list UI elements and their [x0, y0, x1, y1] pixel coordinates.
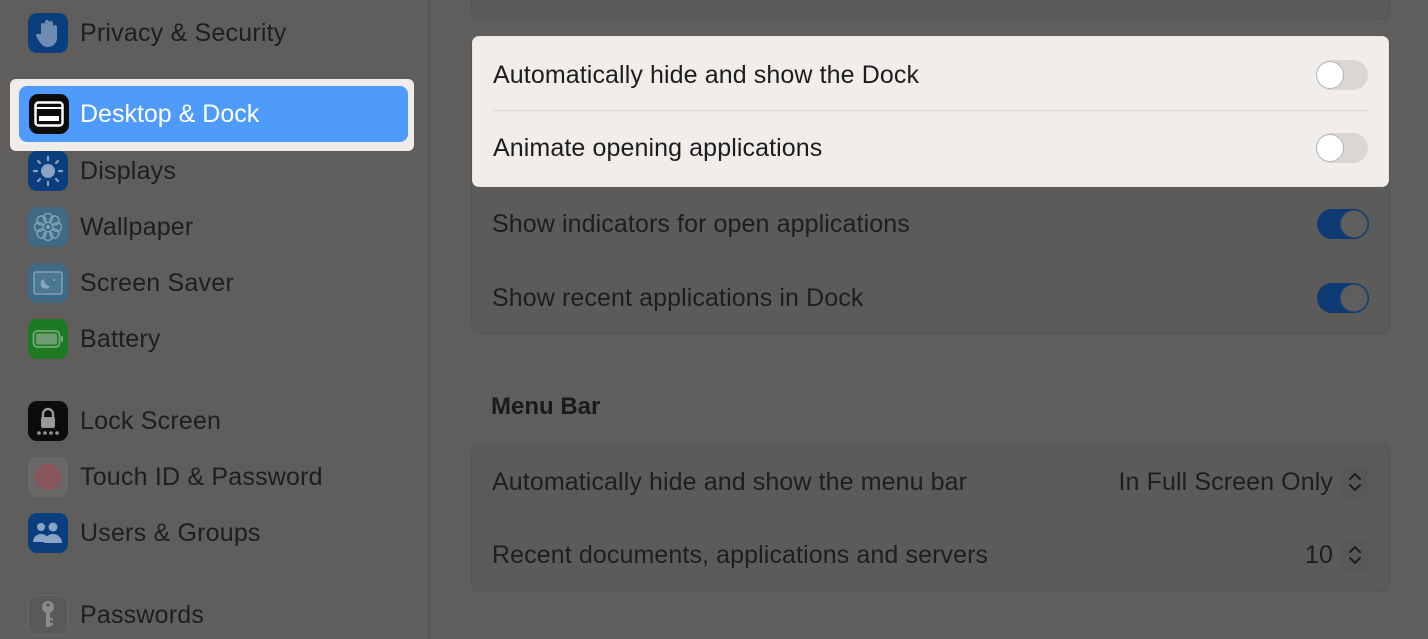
sidebar-item-passwords[interactable]: Passwords	[28, 593, 204, 637]
sidebar-item-label: Screen Saver	[80, 268, 234, 297]
sidebar-item-label: Desktop & Dock	[80, 99, 260, 128]
setting-label: Animate opening applications	[493, 133, 823, 162]
toggle-knob	[1317, 62, 1343, 88]
setting-label: Automatically hide and show the menu bar	[492, 467, 968, 496]
setting-row-animate-opening: Animate opening applications	[493, 111, 1368, 185]
battery-icon	[28, 319, 68, 359]
show-recent-apps-toggle[interactable]	[1317, 283, 1369, 313]
sidebar-item-screen-saver[interactable]: Screen Saver	[28, 261, 234, 305]
sidebar-item-label: Users & Groups	[80, 518, 261, 547]
sidebar: Privacy & Security Desktop & Dock Displa…	[0, 0, 428, 639]
lock-icon	[28, 401, 68, 441]
setting-row-auto-hide-dock: Automatically hide and show the Dock	[493, 38, 1368, 112]
setting-row-recent-items: Recent documents, applications and serve…	[492, 518, 1369, 592]
sidebar-item-touch-id[interactable]: Touch ID & Password	[28, 455, 323, 499]
sidebar-item-lock-screen[interactable]: Lock Screen	[28, 399, 221, 443]
sidebar-item-label: Displays	[80, 156, 177, 185]
sidebar-item-privacy-security[interactable]: Privacy & Security	[28, 11, 286, 55]
screen-saver-icon	[28, 263, 68, 303]
toggle-knob	[1341, 285, 1367, 311]
popup-value: 10	[1304, 540, 1333, 569]
setting-row-auto-hide-menu-bar: Automatically hide and show the menu bar…	[492, 445, 1369, 519]
section-title-menu-bar: Menu Bar	[491, 393, 601, 420]
sidebar-item-desktop-dock[interactable]: Desktop & Dock	[19, 86, 408, 142]
sidebar-item-users-groups[interactable]: Users & Groups	[28, 511, 261, 555]
setting-row-show-indicators: Show indicators for open applications	[492, 187, 1369, 261]
previous-settings-group	[471, 0, 1390, 20]
key-icon	[28, 595, 68, 635]
setting-label: Show indicators for open applications	[492, 209, 910, 238]
chevron-up-down-icon	[1341, 466, 1369, 498]
sidebar-item-label: Wallpaper	[80, 212, 194, 241]
fingerprint-icon	[28, 457, 68, 497]
users-icon	[28, 513, 68, 553]
toggle-knob	[1317, 135, 1343, 161]
sidebar-item-label: Lock Screen	[80, 406, 222, 435]
chevron-up-down-icon	[1341, 539, 1369, 571]
flower-icon	[28, 207, 68, 247]
sidebar-item-label: Passwords	[80, 600, 205, 629]
highlighted-settings: Automatically hide and show the Dock Ani…	[473, 37, 1388, 186]
sidebar-item-wallpaper[interactable]: Wallpaper	[28, 205, 193, 249]
hand-icon	[28, 13, 68, 53]
menu-bar-settings-group: Automatically hide and show the menu bar…	[471, 444, 1390, 592]
recent-items-popup[interactable]: 10	[1305, 539, 1369, 571]
setting-row-show-recent: Show recent applications in Dock	[492, 261, 1369, 335]
setting-label: Show recent applications in Dock	[492, 283, 864, 312]
dock-icon	[29, 94, 69, 134]
sidebar-item-label: Privacy & Security	[80, 18, 287, 47]
sidebar-item-displays[interactable]: Displays	[28, 149, 176, 193]
setting-label: Recent documents, applications and serve…	[492, 540, 989, 569]
sun-icon	[28, 151, 68, 191]
animate-opening-toggle[interactable]	[1316, 133, 1368, 163]
sidebar-divider	[428, 0, 430, 639]
setting-label: Automatically hide and show the Dock	[493, 60, 920, 89]
sidebar-item-label: Touch ID & Password	[80, 462, 323, 491]
sidebar-item-battery[interactable]: Battery	[28, 317, 161, 361]
show-indicators-toggle[interactable]	[1317, 209, 1369, 239]
auto-hide-dock-toggle[interactable]	[1316, 60, 1368, 90]
popup-value: In Full Screen Only	[1118, 467, 1333, 496]
toggle-knob	[1341, 211, 1367, 237]
sidebar-item-label: Battery	[80, 324, 161, 353]
auto-hide-menu-bar-popup[interactable]: In Full Screen Only	[1118, 466, 1369, 498]
